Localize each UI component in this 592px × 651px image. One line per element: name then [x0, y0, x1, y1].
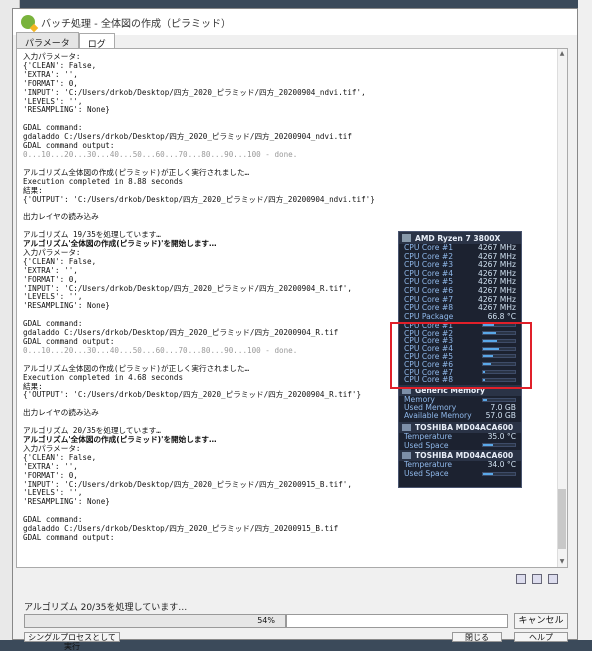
disk-title: TOSHIBA MD04ACA600 [415, 422, 514, 432]
temp-value: 35.0 °C [487, 431, 516, 441]
cpu-title: AMD Ryzen 7 3800X [415, 234, 501, 243]
used-space-bar [482, 443, 516, 448]
disk-header: TOSHIBA MD04ACA600 [399, 421, 521, 433]
help-button[interactable]: ヘルプ [514, 632, 568, 642]
log-line: 0...10...20...30...40...50...60...70...8… [23, 149, 298, 159]
disk-used-space-row: Used Space [399, 440, 521, 450]
disk-used-space-row: Used Space [399, 469, 521, 479]
disk-header: TOSHIBA MD04ACA600 [399, 450, 521, 462]
log-line: 入力パラメータ: [23, 52, 81, 61]
qgis-logo-icon [21, 15, 35, 29]
cpu-chip-icon [402, 234, 411, 242]
log-toolbar [516, 574, 558, 584]
used-space-bar [482, 471, 516, 476]
log-scrollbar[interactable]: ▲ ▼ [557, 49, 567, 567]
cancel-button[interactable]: キャンセル [514, 613, 568, 629]
disk-icon [402, 423, 411, 431]
scroll-up-arrow-icon[interactable]: ▲ [558, 50, 566, 58]
scroll-down-arrow-icon[interactable]: ▼ [558, 558, 566, 566]
available-memory-row: Available Memory 57.0 GB [404, 411, 516, 421]
status-label: アルゴリズム 20/35を処理しています… [24, 603, 188, 613]
save-log-icon[interactable] [516, 574, 526, 584]
used-space-label: Used Space [404, 469, 449, 479]
red-highlight-box [390, 322, 532, 389]
log-line: {'OUTPUT': 'C:/Users/drkob/Desktop/四方_20… [23, 194, 375, 204]
log-line: Execution completed in 8.88 seconds [23, 176, 184, 186]
log-line: 'RESAMPLING': None} [23, 105, 110, 115]
clear-log-icon[interactable] [548, 574, 558, 584]
progress-bar: 54% [24, 614, 286, 628]
window-title: バッチ処理 - 全体図の作成（ピラミッド） [41, 18, 231, 30]
used-space-label: Used Space [404, 440, 449, 450]
disk-icon [402, 452, 411, 460]
log-line: 'INPUT': 'C:/Users/drkob/Desktop/四方_2020… [23, 87, 366, 97]
log-line: GDAL command output: [23, 532, 115, 542]
background-right-panel [578, 0, 592, 640]
log-line: 'EXTRA': '', [23, 69, 78, 79]
cpu-header: AMD Ryzen 7 3800X [399, 232, 521, 244]
log-line: {'CLEAN': False, [23, 60, 97, 70]
close-button[interactable]: 閉じる [452, 632, 502, 642]
scroll-thumb[interactable] [558, 489, 566, 549]
log-line: 'RESAMPLING': None} [23, 497, 110, 507]
progress-bar-remaining [286, 614, 508, 628]
memory-load-bar [482, 397, 516, 402]
log-line: 出力レイヤの読み込み [23, 212, 99, 222]
progress-text: 54% [257, 616, 275, 625]
used-space-fill [483, 444, 493, 447]
used-space-fill [483, 472, 493, 475]
temp-value: 34.0 °C [487, 460, 516, 470]
memory-load-fill [483, 398, 487, 401]
run-single-process-button[interactable]: シングルプロセスとして実行 [24, 632, 120, 651]
disk-title: TOSHIBA MD04ACA600 [415, 451, 514, 461]
copy-log-icon[interactable] [532, 574, 542, 584]
